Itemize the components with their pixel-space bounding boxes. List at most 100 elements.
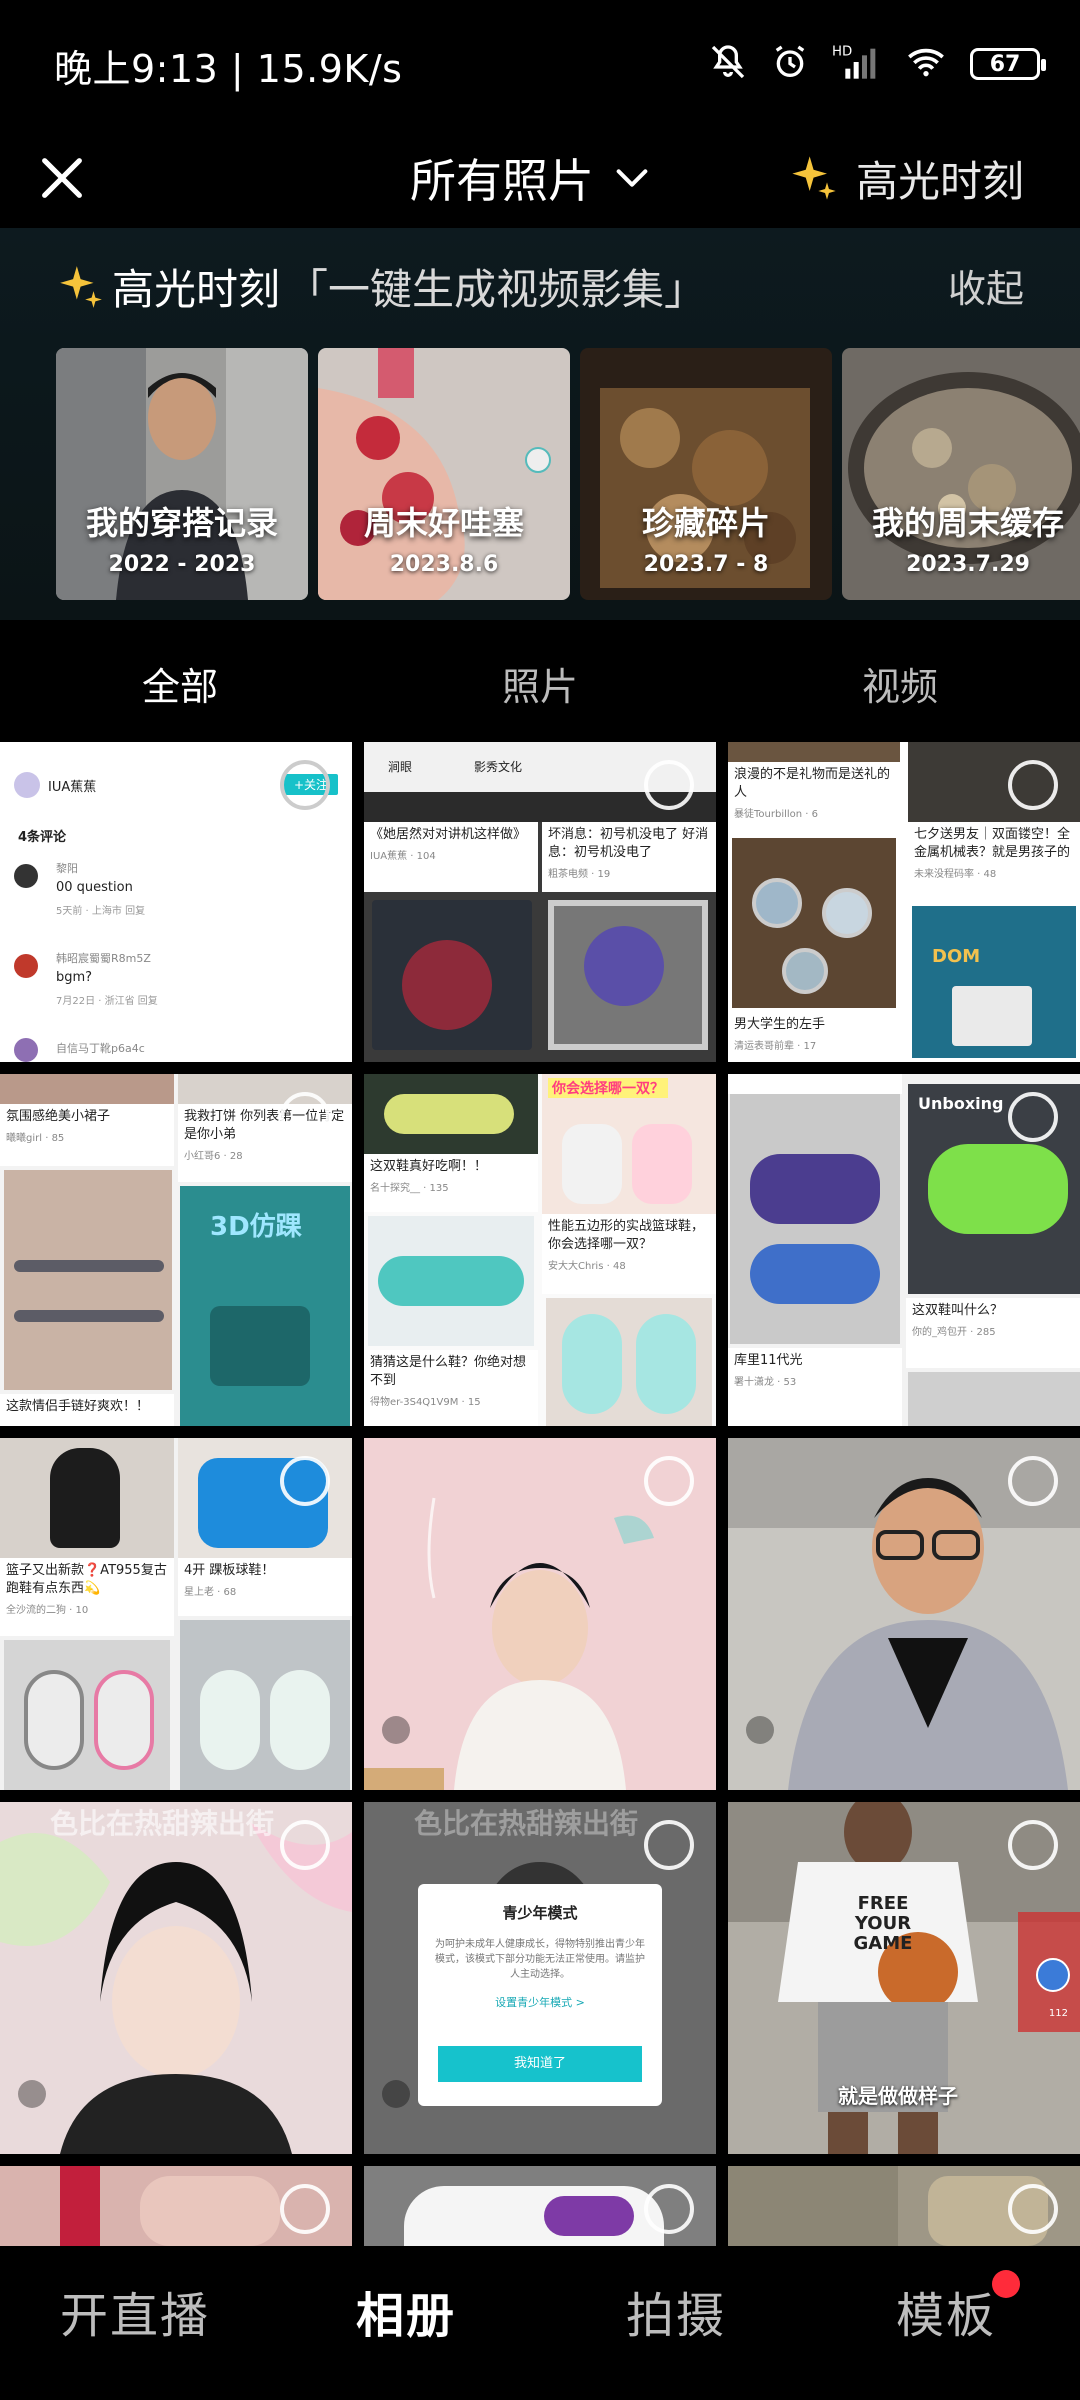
- grid-tile[interactable]: 涧眼 影秀文化 《她居然对对讲机这样做》 IUA蕉蕉 · 104 坏消息：初号机…: [364, 742, 716, 1062]
- highlight-title: 高光时刻: [112, 265, 281, 314]
- comment-meta: 5天前 · 上海市 回复: [56, 906, 146, 917]
- wifi-icon: [904, 42, 948, 86]
- highlight-card-title: 我的周末缓存: [871, 504, 1064, 542]
- dialog-button: 我知道了: [438, 2046, 642, 2082]
- grid-tile[interactable]: IUA蕉蕉 +关注 4条评论 黎阳 00 question 5天前 · 上海市 …: [0, 742, 352, 1062]
- like-count: 19: [597, 869, 611, 880]
- tab-photos[interactable]: 照片: [502, 656, 578, 711]
- nav-go-live[interactable]: 开直播: [60, 2276, 210, 2346]
- highlight-card[interactable]: 周末好哇塞 2023.8.6: [318, 348, 570, 600]
- post-user: 小红哥6: [184, 1151, 221, 1162]
- post-image: [732, 838, 896, 1008]
- brand-label: DOM: [932, 946, 981, 967]
- post-image: 你会选择哪一双？: [542, 1074, 716, 1214]
- select-circle[interactable]: [280, 1092, 330, 1142]
- highlight-button-label: 高光时刻: [855, 156, 1024, 206]
- nav-templates[interactable]: 模板: [896, 2270, 1021, 2346]
- chevron-down-icon: [616, 169, 648, 187]
- grid-tile[interactable]: [364, 1438, 716, 1790]
- post-user: 曦曦girl: [6, 1133, 43, 1144]
- username: IUA蕉蕉: [48, 780, 97, 795]
- post-caption: 七夕送男友｜双面镂空！全金属机械表？就是男孩子的: [914, 827, 1071, 860]
- grid-tile[interactable]: [0, 2166, 352, 2246]
- comment-meta: 7月22日 · 浙江省 回复: [56, 996, 158, 1007]
- post-user: 暴徒Tourbillon: [734, 809, 803, 820]
- post-card: 4开 踝板球鞋！ 星上老 · 68: [178, 1558, 352, 1616]
- avatar: [14, 1038, 38, 1062]
- grid-tile[interactable]: 色比在热甜辣出街 青少年模式 为呵护未成年人健康成长，得物特别推出青少年模式，该…: [364, 1802, 716, 2154]
- highlight-card-date: 2023.8.6: [389, 552, 499, 577]
- volume-icon: [382, 1716, 410, 1744]
- post-card: 男大学生的左手 清运表哥前辈 · 17: [728, 1012, 900, 1062]
- select-circle[interactable]: [280, 2184, 330, 2234]
- comments-header: 4条评论: [18, 830, 67, 845]
- alarm-icon: [770, 42, 810, 86]
- grid-tile[interactable]: [728, 1438, 1080, 1790]
- select-circle[interactable]: [1008, 1456, 1058, 1506]
- avatar: [1036, 1958, 1070, 1992]
- nav-album[interactable]: 相册: [356, 2276, 456, 2346]
- highlight-card[interactable]: 珍藏碎片 2023.7 - 8: [580, 348, 832, 600]
- post-user: 你的_鸡包开: [912, 1327, 967, 1338]
- like-count: 48: [983, 869, 997, 880]
- select-circle[interactable]: [644, 1820, 694, 1870]
- like-count: 10: [75, 1605, 89, 1616]
- select-circle[interactable]: [1008, 1820, 1058, 1870]
- post-user: IUA蕉蕉: [370, 851, 408, 862]
- like-count: 285: [976, 1327, 996, 1338]
- grid-tile[interactable]: 库里11代光 署十潇龙 · 53 Unboxing 这双鞋叫什么？ 你的_鸡包开…: [728, 1074, 1080, 1426]
- grid-tile[interactable]: [364, 2166, 716, 2246]
- like-count: 6: [811, 809, 819, 820]
- album-selector[interactable]: 所有照片: [410, 136, 652, 220]
- post-card: 库里11代光 署十潇龙 · 53: [728, 1348, 902, 1426]
- highlight-card[interactable]: 我的穿搭记录 2022 - 2023: [56, 348, 308, 600]
- grid-tile[interactable]: FREE YOUR GAME 就是做做样子 112: [728, 1802, 1080, 2154]
- post-card: 七夕送男友｜双面镂空！全金属机械表？就是男孩子的 未来没程码率 · 48: [908, 822, 1080, 902]
- grid-tile[interactable]: [728, 2166, 1080, 2246]
- grid-tile[interactable]: 浪漫的不是礼物而是送礼的人 暴徒Tourbillon · 6 男大学生的左手 清…: [728, 742, 1080, 1062]
- tab-all[interactable]: 全部: [142, 656, 218, 711]
- post-card: 《她居然对对讲机这样做》 IUA蕉蕉 · 104: [364, 822, 538, 892]
- post-card: 这款情侣手链好爽欢！！: [0, 1394, 174, 1426]
- highlight-card[interactable]: 我的周末缓存 2023.7.29: [842, 348, 1080, 600]
- volume-icon: [746, 1716, 774, 1744]
- nav-templates-label: 模板: [896, 2288, 997, 2344]
- nav-shoot[interactable]: 拍摄: [626, 2276, 726, 2346]
- post-image: [546, 1298, 712, 1426]
- post-card: 性能五边形的实战篮球鞋，你会选择哪一双？ 安大大Chris · 48: [542, 1214, 716, 1294]
- shirt-text: FREE YOUR GAME: [853, 1893, 913, 1954]
- sparkle-icon: [792, 156, 836, 200]
- select-circle[interactable]: [280, 1456, 330, 1506]
- select-circle[interactable]: [644, 760, 694, 810]
- grid-tile[interactable]: 色比在热甜辣出街: [0, 1802, 352, 2154]
- select-circle[interactable]: [1008, 760, 1058, 810]
- select-circle[interactable]: [1008, 1092, 1058, 1142]
- post-user: 安大大Chris: [548, 1261, 604, 1272]
- highlight-subtitle: 「一键生成视频影集」: [286, 265, 707, 314]
- post-user: 全沙流的二狗: [6, 1605, 66, 1616]
- select-circle[interactable]: [644, 2184, 694, 2234]
- post-image: DOM: [912, 906, 1076, 1058]
- highlight-card-date: 2023.7.29: [906, 552, 1030, 577]
- highlight-button[interactable]: 高光时刻: [788, 136, 1024, 220]
- post-caption: 这双鞋真好吃啊！！: [370, 1159, 488, 1174]
- collapse-button[interactable]: 收起: [948, 258, 1024, 313]
- avatar: [14, 772, 40, 798]
- select-circle[interactable]: [1008, 2184, 1058, 2234]
- grid-tile[interactable]: 这双鞋真好吃啊！！ 名十探究__ · 135 猜猜这是什么鞋？你绝对想不到 得物…: [364, 1074, 716, 1426]
- top-bar: 所有照片 高光时刻: [0, 128, 1080, 228]
- post-caption: 4开 踝板球鞋！: [184, 1563, 275, 1578]
- like-count: 85: [51, 1133, 65, 1144]
- teen-mode-dialog: 青少年模式 为呵护未成年人健康成长，得物特别推出青少年模式，该模式下部分功能无法…: [418, 1884, 662, 2106]
- select-circle[interactable]: [280, 1820, 330, 1870]
- select-circle[interactable]: [280, 760, 330, 810]
- tab-videos[interactable]: 视频: [862, 656, 938, 711]
- grid-tile[interactable]: 篮子又出新款❓AT955复古跑鞋有点东西💫 全沙流的二狗 · 10 4开 踝板球…: [0, 1438, 352, 1790]
- comment-author: 韩昭宸蜀蜀R8m5Z: [56, 952, 151, 965]
- select-circle[interactable]: [644, 1456, 694, 1506]
- highlight-cards: 我的穿搭记录 2022 - 2023 周末好哇塞 2023.8.6 珍藏碎片 2…: [56, 348, 1080, 600]
- close-button[interactable]: [32, 138, 92, 218]
- post-card: 这双鞋真好吃啊！！ 名十探究__ · 135: [364, 1154, 538, 1212]
- post-image: [4, 1170, 172, 1390]
- grid-tile[interactable]: 氛围感绝美小裙子 曦曦girl · 85 这款情侣手链好爽欢！！ 我救打饼 你列…: [0, 1074, 352, 1426]
